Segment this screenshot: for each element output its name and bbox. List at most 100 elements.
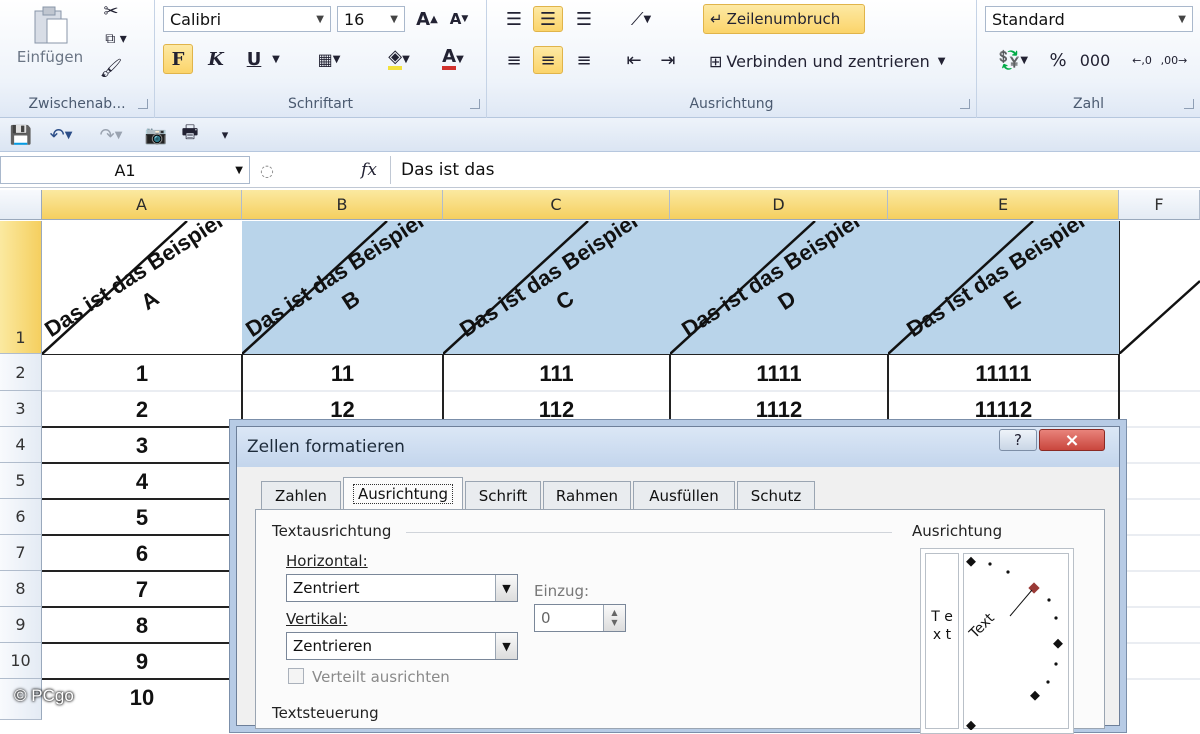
align-center-icon[interactable]: ≡ — [533, 46, 563, 74]
font-launcher-icon[interactable] — [470, 99, 480, 109]
cell-a9[interactable]: 8 — [42, 608, 242, 643]
clipboard-launcher-icon[interactable] — [138, 99, 148, 109]
name-box[interactable]: A1 ▼ — [0, 156, 250, 184]
formula-input[interactable]: Das ist das — [390, 156, 1200, 184]
font-size-combo[interactable]: 16 ▼ — [337, 6, 405, 32]
tab-ausrichtung[interactable]: Ausrichtung — [343, 477, 463, 510]
tab-rahmen[interactable]: Rahmen — [543, 481, 631, 509]
cell-d2[interactable]: 1111 — [670, 356, 888, 391]
increase-decimal-icon[interactable]: ←,0 — [1127, 46, 1157, 74]
increase-indent-icon[interactable]: ⇥ — [653, 46, 683, 74]
number-launcher-icon[interactable] — [1184, 99, 1194, 109]
align-top-icon[interactable]: ☰ — [499, 6, 529, 32]
italic-button[interactable]: K — [201, 44, 231, 74]
number-format-combo[interactable]: Standard ▼ — [985, 6, 1193, 32]
align-left-icon[interactable]: ≡ — [499, 46, 529, 74]
row-header-7[interactable]: 7 — [0, 535, 42, 571]
cell-d3[interactable]: 1112 — [670, 392, 888, 427]
bold-button[interactable]: F — [163, 44, 193, 74]
vertical-text-button[interactable]: T e x t — [925, 553, 959, 729]
cell-a7[interactable]: 6 — [42, 536, 242, 571]
tab-zahlen[interactable]: Zahlen — [261, 481, 341, 509]
horizontal-select[interactable]: Zentriert ▼ — [286, 574, 518, 602]
save-icon[interactable]: 💾 — [8, 122, 34, 148]
align-right-icon[interactable]: ≡ — [569, 46, 599, 74]
underline-button[interactable]: U — [239, 44, 269, 74]
merge-center-button[interactable]: ⊞ Verbinden und zentrieren ▼ — [703, 46, 967, 76]
chevron-down-icon[interactable]: ▼ — [495, 575, 517, 601]
indent-spinner[interactable]: 0 ▲ ▼ — [534, 604, 626, 632]
orientation-icon[interactable]: ⟋ ▼ — [619, 6, 663, 32]
header-cell-c[interactable]: Das ist das Beispiel C — [443, 221, 670, 354]
fill-color-icon[interactable]: ◈ ▼ — [377, 44, 421, 74]
orientation-dial[interactable]: Text — [963, 553, 1069, 730]
cell-a2[interactable]: 1 — [42, 356, 242, 391]
row-header-6[interactable]: 6 — [0, 499, 42, 535]
tab-schrift[interactable]: Schrift — [465, 481, 541, 509]
help-button[interactable]: ? — [999, 429, 1037, 451]
row-header-4[interactable]: 4 — [0, 427, 42, 463]
cell-a5[interactable]: 4 — [42, 464, 242, 499]
font-color-icon[interactable]: A ▼ — [429, 44, 477, 74]
row-header-10[interactable]: 10 — [0, 643, 42, 679]
cell-c2[interactable]: 111 — [443, 356, 670, 391]
redo-icon[interactable]: ↷ ▼ — [90, 122, 132, 148]
insert-function-icon[interactable]: fx — [354, 158, 384, 182]
thousands-button[interactable]: 000 — [1077, 46, 1113, 74]
alignment-launcher-icon[interactable] — [960, 99, 970, 109]
formula-bar-expand-icon[interactable]: ◌ — [256, 158, 278, 182]
row-header-5[interactable]: 5 — [0, 463, 42, 499]
select-all-corner[interactable] — [0, 190, 42, 220]
tab-ausfuellen[interactable]: Ausfüllen — [633, 481, 735, 509]
align-bottom-icon[interactable]: ☰ — [569, 6, 599, 32]
customize-toolbar-icon[interactable]: ▾ — [214, 122, 236, 148]
header-cell-a[interactable]: Das ist das Beispiel A — [42, 221, 242, 354]
cell-a10[interactable]: 9 — [42, 644, 242, 679]
chevron-down-icon[interactable]: ▼ — [495, 633, 517, 659]
row-header-9[interactable]: 9 — [0, 607, 42, 643]
header-cell-d[interactable]: Das ist das Beispiel D — [670, 221, 888, 354]
row-header-2[interactable]: 2 — [0, 354, 42, 391]
decrease-indent-icon[interactable]: ⇤ — [619, 46, 649, 74]
column-header-a[interactable]: A — [42, 190, 242, 220]
cell-e2[interactable]: 11111 — [888, 356, 1119, 391]
spinner-arrows-icon[interactable]: ▲ ▼ — [603, 605, 625, 631]
paste-icon[interactable] — [26, 4, 72, 46]
row-header-1[interactable]: 1 — [0, 221, 42, 354]
cell-e3[interactable]: 11112 — [888, 392, 1119, 427]
copy-icon[interactable]: ⧉ ▾ — [98, 28, 134, 50]
chevron-down-icon[interactable]: ▼ — [269, 44, 283, 74]
distributed-checkbox[interactable] — [288, 668, 304, 684]
column-header-c[interactable]: C — [443, 190, 670, 220]
cut-icon[interactable]: ✂ — [98, 0, 124, 22]
close-button[interactable]: × — [1039, 429, 1105, 451]
currency-icon[interactable]: 💱 ▼ — [989, 46, 1037, 74]
column-header-b[interactable]: B — [242, 190, 443, 220]
row-header-8[interactable]: 8 — [0, 571, 42, 607]
cell-a6[interactable]: 5 — [42, 500, 242, 535]
camera-icon[interactable]: 📷 — [142, 122, 170, 148]
cell-a3[interactable]: 2 — [42, 392, 242, 427]
cell-a4[interactable]: 3 — [42, 428, 242, 463]
tab-schutz[interactable]: Schutz — [737, 481, 815, 509]
cell-b3[interactable]: 12 — [242, 392, 443, 427]
row-header-3[interactable]: 3 — [0, 391, 42, 427]
cell-a8[interactable]: 7 — [42, 572, 242, 607]
border-icon[interactable]: ▦ ▼ — [307, 44, 351, 74]
print-icon[interactable]: 🖶 — [176, 122, 204, 148]
percent-button[interactable]: % — [1045, 46, 1071, 74]
grow-font-icon[interactable]: A ▲ — [413, 6, 441, 32]
font-name-combo[interactable]: Calibri ▼ — [163, 6, 331, 32]
column-header-d[interactable]: D — [670, 190, 888, 220]
header-cell-e[interactable]: Das ist das Beispiel E — [888, 221, 1119, 354]
cell-c3[interactable]: 112 — [443, 392, 670, 427]
header-cell-b[interactable]: Das ist das Beispiel B — [242, 221, 443, 354]
decrease-decimal-icon[interactable]: ,00→ — [1159, 46, 1189, 74]
undo-icon[interactable]: ↶ ▼ — [40, 122, 82, 148]
cell-b2[interactable]: 11 — [242, 356, 443, 391]
vertical-select[interactable]: Zentrieren ▼ — [286, 632, 518, 660]
column-header-e[interactable]: E — [888, 190, 1119, 220]
shrink-font-icon[interactable]: A ▼ — [445, 6, 473, 32]
paste-button[interactable]: Einfügen — [10, 46, 90, 68]
column-header-f[interactable]: F — [1119, 190, 1200, 220]
